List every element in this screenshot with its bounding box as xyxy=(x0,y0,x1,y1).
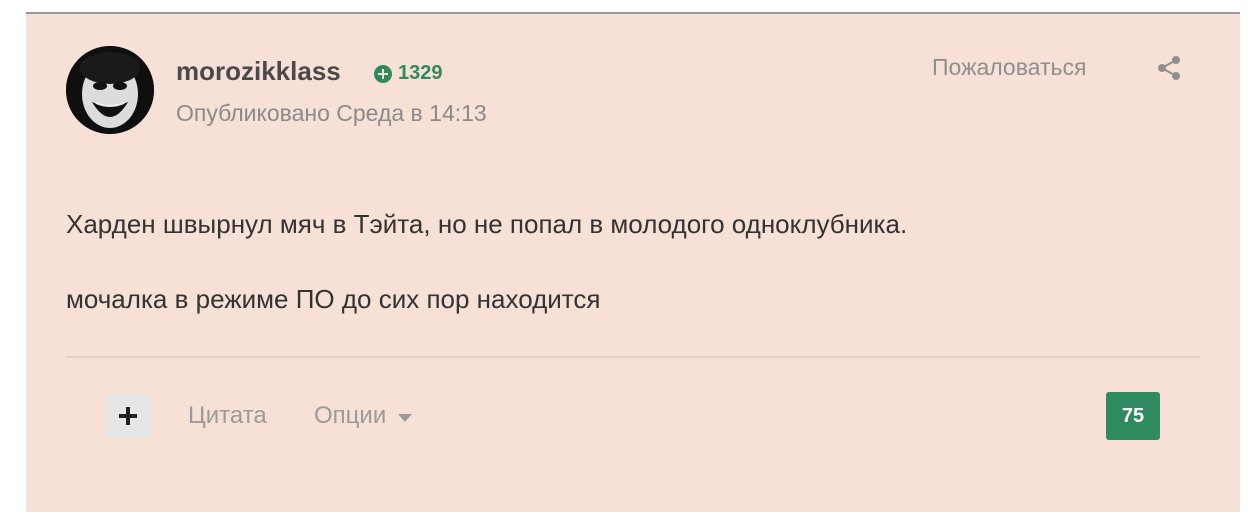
published-date: Опубликовано Среда в 14:13 xyxy=(176,100,487,126)
post-content: Харден швырнул мяч в Тэйта, но не попал … xyxy=(66,204,1186,319)
plus-circle-icon xyxy=(374,64,392,83)
avatar-image xyxy=(66,46,154,134)
reputation-count: 1329 xyxy=(398,62,443,84)
reputation-score-badge: 75 xyxy=(1106,392,1160,440)
post-text-line-2: мочалка в режиме ПО до сих пор находится xyxy=(66,284,601,314)
author-name[interactable]: morozikklass xyxy=(176,56,341,87)
report-link[interactable]: Пожаловаться xyxy=(932,54,1086,81)
divider xyxy=(66,356,1200,358)
options-dropdown[interactable]: Опции xyxy=(314,402,413,430)
avatar[interactable] xyxy=(66,46,154,134)
quote-link[interactable]: Цитата xyxy=(188,402,267,430)
add-reaction-button[interactable] xyxy=(106,394,150,438)
options-label: Опции xyxy=(314,402,387,429)
post-text-line-1: Харден швырнул мяч в Тэйта, но не попал … xyxy=(66,209,908,239)
chevron-down-icon xyxy=(398,414,413,422)
share-icon[interactable] xyxy=(1156,54,1184,82)
plus-icon xyxy=(119,407,137,425)
reputation-badge: 1329 xyxy=(374,62,443,85)
post-card: morozikklass 1329 Опубликовано Среда в 1… xyxy=(26,12,1240,512)
